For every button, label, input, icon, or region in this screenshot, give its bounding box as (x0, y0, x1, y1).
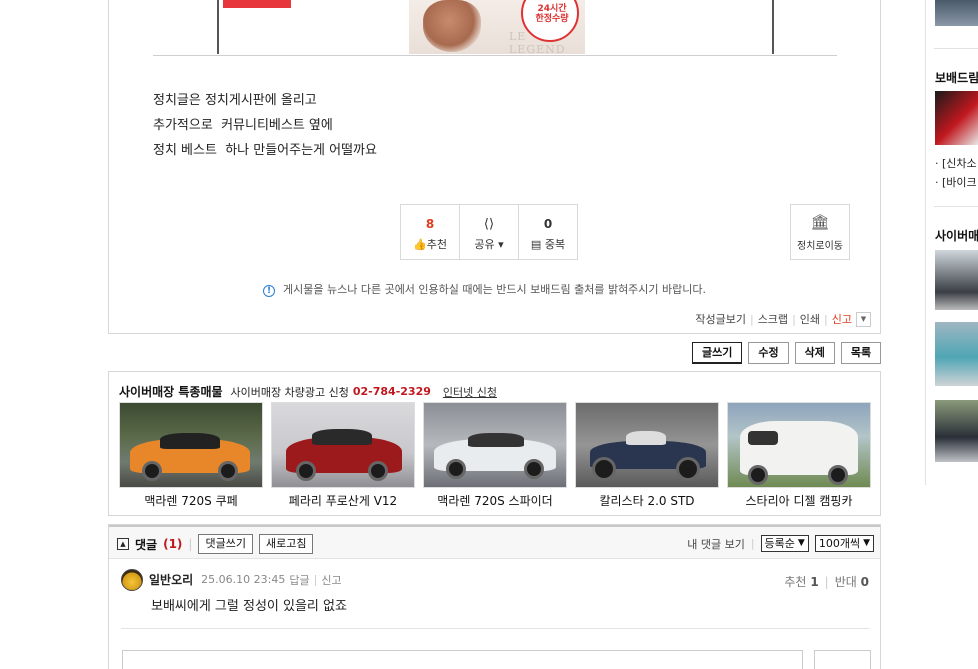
store-item[interactable]: 페라리 푸로산게 V12 (271, 402, 415, 509)
store-item-name: 칼리스타 2.0 STD (599, 494, 695, 508)
comment-report-link[interactable]: 신고 (321, 572, 341, 588)
collapse-icon[interactable]: ▲ (117, 538, 129, 550)
post-action-buttons: 글쓰기 수정 삭제 목록 (692, 342, 882, 364)
share-button[interactable]: ⟨⟩ 공유 ▾ (460, 205, 519, 259)
store-internet-link[interactable]: 인터넷 신청 (443, 384, 497, 400)
store-item-name: 스타리아 디젤 캠핑카 (745, 494, 853, 508)
chevron-down-icon: ▼ (797, 538, 805, 548)
comment-date: 25.06.10 23:45 (201, 573, 286, 586)
duplicate-button[interactable]: 0 ▤ 중복 (519, 205, 577, 259)
article-image-frame: LE LEGEND 24시간 한정수량 (217, 0, 774, 54)
chevron-down-icon: ▼ (863, 538, 870, 548)
info-icon: ! (263, 285, 275, 297)
article-text: 정치글은 정치게시판에 올리고 추가적으로 커뮤니티베스트 옆에 정치 베스트 … (153, 88, 377, 163)
article-line: 정치 베스트 하나 만들어주는게 어떨까요 (153, 143, 377, 158)
car-thumbnail (423, 402, 567, 488)
sidebar-divider (925, 0, 926, 485)
car-thumbnail (575, 402, 719, 488)
store-title: 사이버매장 특종매물 (119, 385, 223, 399)
store-items: 맥라렌 720S 쿠페 페라리 푸로산게 V12 맥라렌 720S 스파이더 칼… (119, 402, 871, 509)
scrap-link[interactable]: 스크랩 (758, 311, 788, 327)
car-thumbnail (271, 402, 415, 488)
recommend-label: 추천 (426, 238, 447, 251)
store-item[interactable]: 맥라렌 720S 쿠페 (119, 402, 263, 509)
duplicate-label: 중복 (544, 238, 566, 251)
comment-text: 보배씨에게 그럴 정성이 있을리 없죠 (151, 599, 347, 614)
edit-button[interactable]: 수정 (748, 342, 789, 364)
write-button[interactable]: 글쓰기 (692, 342, 743, 364)
article-image: LE LEGEND 24시간 한정수량 (153, 0, 837, 56)
article-util-links: 작성글보기 | 스크랩 | 인쇄 | 신고 ▼ (695, 311, 871, 327)
comment-item: 일반오리 25.06.10 23:45 답글 | 신고 보배씨에게 그럴 정성이… (121, 569, 869, 629)
avatar[interactable] (121, 569, 143, 591)
store-header: 사이버매장 특종매물 사이버매장 차량광고 신청 02-784-2329 인터넷… (119, 383, 497, 400)
politics-move-button[interactable]: 🏛 정치로이동 (790, 204, 850, 260)
store-phone: 02-784-2329 (352, 385, 431, 398)
sidebar-list-item[interactable]: · [바이크 (935, 174, 978, 190)
list-button[interactable]: 목록 (840, 342, 882, 364)
comment-input[interactable] (122, 650, 803, 669)
my-posts-link[interactable]: 작성글보기 (695, 311, 746, 327)
sidebar-thumbnail[interactable] (935, 250, 978, 310)
share-icon: ⟨⟩ (483, 217, 495, 232)
store-item[interactable]: 맥라렌 720S 스파이더 (423, 402, 567, 509)
sidebar-separator (934, 48, 978, 49)
comment-section: ▲ 댓글 (1) | 댓글쓰기 새로고침 내 댓글 보기 | 등록순 ▼ 100개… (108, 524, 881, 669)
store-item-name: 맥라렌 720S 스파이더 (437, 494, 553, 508)
sidebar-thumbnail[interactable] (935, 91, 978, 145)
sidebar-list-item[interactable]: · [신차소 (935, 155, 978, 171)
print-link[interactable]: 인쇄 (800, 311, 820, 327)
article-line: 정치글은 정치게시판에 올리고 (153, 93, 317, 108)
image-product-photo: LE LEGEND 24시간 한정수량 (409, 0, 585, 54)
comment-recommend-button[interactable]: 추천 1 (784, 573, 818, 590)
sidebar-separator (934, 206, 978, 207)
share-label: 공유 (474, 238, 495, 251)
report-link[interactable]: 신고 (832, 311, 852, 327)
comment-submit-button[interactable] (814, 650, 871, 669)
source-notice: ! 게시물을 뉴스나 다른 곳에서 인용하실 때에는 반드시 보배드림 출처를 밝… (263, 281, 706, 297)
chevron-down-icon: ▾ (498, 238, 504, 251)
politics-move-label: 정치로이동 (797, 241, 843, 252)
store-item[interactable]: 칼리스타 2.0 STD (575, 402, 719, 509)
sidebar-section-title: 사이버매 (935, 229, 978, 243)
sidebar-thumbnail[interactable] (935, 0, 978, 26)
per-page-select[interactable]: 100개씩 ▼ (814, 535, 874, 552)
car-thumbnail (119, 402, 263, 488)
car-thumbnail (727, 402, 871, 488)
cyber-store-box: 사이버매장 특종매물 사이버매장 차량광고 신청 02-784-2329 인터넷… (108, 371, 881, 516)
write-comment-button[interactable]: 댓글쓰기 (198, 534, 253, 554)
reply-link[interactable]: 답글 (289, 572, 309, 588)
dropdown-icon[interactable]: ▼ (856, 311, 871, 327)
thumbs-up-icon: 👍 (413, 238, 427, 251)
recommend-count: 8 (425, 217, 435, 231)
store-item[interactable]: 스타리아 디젤 캠핑카 (727, 402, 871, 509)
store-item-name: 맥라렌 720S 쿠페 (144, 494, 238, 508)
comment-oppose-button[interactable]: 반대 0 (835, 573, 869, 590)
comment-toolbar: ▲ 댓글 (1) | 댓글쓰기 새로고침 내 댓글 보기 | 등록순 ▼ 100개… (109, 525, 880, 559)
store-subtitle: 사이버매장 차량광고 신청 (230, 385, 349, 399)
vote-box: 8 👍추천 ⟨⟩ 공유 ▾ 0 ▤ 중복 (400, 204, 578, 260)
building-icon: 🏛 (810, 213, 830, 231)
recommend-button[interactable]: 8 👍추천 (401, 205, 460, 259)
sidebar-thumbnail[interactable] (935, 400, 978, 462)
store-item-name: 페라리 푸로산게 V12 (288, 494, 398, 508)
sidebar-thumbnail[interactable] (935, 322, 978, 386)
comment-nickname[interactable]: 일반오리 (149, 571, 193, 588)
my-comments-link[interactable]: 내 댓글 보기 (687, 536, 745, 552)
sidebar-section-title: 보배드림 (935, 71, 978, 85)
delete-button[interactable]: 삭제 (794, 342, 835, 364)
image-hand (423, 0, 481, 52)
article-body: LE LEGEND 24시간 한정수량 정치글은 정치게시판에 올리고 추가적으로 … (108, 0, 881, 334)
article-line: 추가적으로 커뮤니티베스트 옆에 (153, 118, 333, 133)
refresh-button[interactable]: 새로고침 (258, 534, 314, 554)
duplicate-count: 0 (543, 217, 553, 231)
document-icon: ▤ (530, 238, 542, 251)
comment-count: (1) (163, 537, 183, 551)
comment-title: 댓글 (135, 537, 158, 552)
sort-select[interactable]: 등록순 ▼ (760, 535, 809, 552)
image-red-banner (223, 0, 291, 8)
